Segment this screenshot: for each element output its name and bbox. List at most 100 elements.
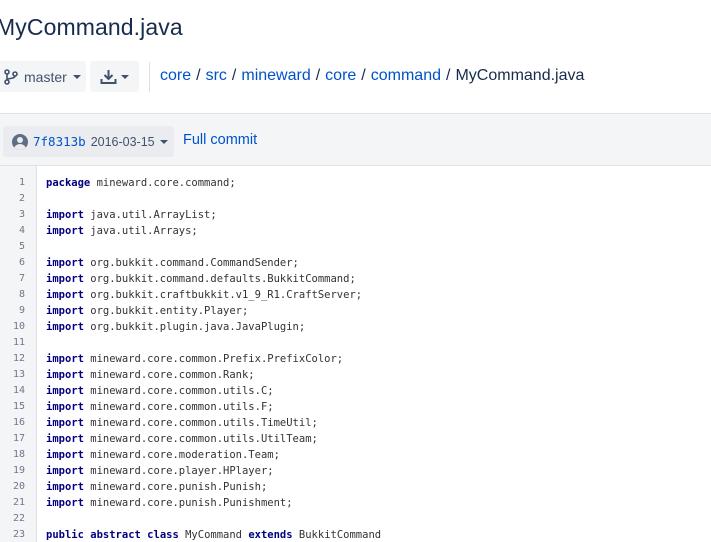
code-text: import org.bukkit.command.defaults.Bukki…: [46, 271, 356, 287]
breadcrumb-link-core[interactable]: core: [160, 67, 191, 84]
branch-label: master: [24, 68, 67, 85]
code-line: 19 import mineward.core.player.HPlayer;: [0, 463, 711, 479]
line-number[interactable]: 6: [0, 255, 25, 271]
breadcrumb-link-core-2[interactable]: core: [325, 67, 356, 84]
chevron-down-icon: [121, 74, 129, 79]
code-keyword: import: [46, 401, 84, 413]
code-line: 23 public abstract class MyCommand extend…: [0, 527, 711, 542]
code-line: 7 import org.bukkit.command.defaults.Bukk…: [0, 271, 711, 287]
line-number[interactable]: 5: [0, 239, 25, 255]
code-token: mineward.core.common.Prefix.PrefixColor;: [83, 353, 344, 365]
code-keyword: package: [46, 177, 91, 189]
code-token: mineward.core.common.utils.UtilTeam;: [83, 433, 318, 445]
code-token: mineward.core.common.utils.TimeUtil;: [83, 417, 318, 429]
code-token: MyCommand: [178, 529, 249, 541]
line-number[interactable]: 20: [0, 479, 25, 495]
breadcrumb-link-src[interactable]: src: [206, 67, 227, 84]
line-number[interactable]: 4: [0, 223, 25, 239]
code-text: import mineward.core.common.utils.F;: [46, 399, 274, 415]
code-text: import mineward.core.common.Prefix.Prefi…: [46, 351, 343, 367]
branch-icon: [4, 68, 18, 85]
code-line: 10 import org.bukkit.plugin.java.JavaPlug…: [0, 319, 711, 335]
full-commit-link[interactable]: Full commit: [183, 132, 257, 148]
code-text: import org.bukkit.entity.Player;: [46, 303, 248, 319]
code-text: import java.util.ArrayList;: [46, 207, 217, 223]
line-number[interactable]: 16: [0, 415, 25, 431]
code-token: org.bukkit.craftbukkit.v1_9_R1.CraftServ…: [83, 289, 363, 301]
code-keyword: import: [46, 257, 84, 269]
code-keyword: import: [46, 385, 84, 397]
breadcrumb-current-file: MyCommand.java: [455, 67, 585, 84]
code-line: 4 import java.util.Arrays;: [0, 223, 711, 239]
code-text: import mineward.core.punish.Punishment;: [46, 495, 293, 511]
line-number[interactable]: 10: [0, 319, 25, 335]
line-number[interactable]: 11: [0, 335, 25, 351]
line-number[interactable]: 8: [0, 287, 25, 303]
code-line: 16 import mineward.core.common.utils.Time…: [0, 415, 711, 431]
code-keyword: import: [46, 481, 84, 493]
line-number[interactable]: 22: [0, 511, 25, 527]
code-text: import mineward.core.player.HPlayer;: [46, 463, 274, 479]
code-token: mineward.core.common.utils.C;: [83, 385, 274, 397]
code-keyword: import: [46, 369, 84, 381]
code-text: import org.bukkit.command.CommandSender;: [46, 255, 299, 271]
line-number[interactable]: 17: [0, 431, 25, 447]
code-token: mineward.core.common.Rank;: [83, 369, 255, 381]
code-line: 21 import mineward.core.punish.Punishment…: [0, 495, 711, 511]
code-keyword: import: [46, 417, 84, 429]
line-number[interactable]: 3: [0, 207, 25, 223]
commit-selector-button[interactable]: 7f8313b 2016-03-15: [3, 126, 174, 157]
chevron-down-icon: [159, 139, 168, 144]
breadcrumb-link-command[interactable]: command: [371, 67, 441, 84]
breadcrumb: core / src / mineward / core / command / MyCommand…: [160, 67, 585, 84]
code-line: 13 import mineward.core.common.Rank;: [0, 367, 711, 383]
commit-date: 2016-03-15: [90, 134, 155, 149]
commit-bar: 7f8313b 2016-03-15 Full commit: [0, 113, 711, 166]
line-number[interactable]: 7: [0, 271, 25, 287]
code-text: package mineward.core.command;: [46, 175, 236, 191]
code-keyword: import: [46, 209, 84, 221]
code-line: 11: [0, 335, 711, 351]
code-token: org.bukkit.command.defaults.BukkitComman…: [83, 273, 356, 285]
commit-hash: 7f8313b: [33, 134, 86, 149]
line-number[interactable]: 14: [0, 383, 25, 399]
user-avatar-icon: [12, 133, 28, 150]
code-token: mineward.core.command;: [90, 177, 236, 189]
code-text: import mineward.core.common.Rank;: [46, 367, 255, 383]
code-line: 12 import mineward.core.common.Prefix.Pre…: [0, 351, 711, 367]
code-keyword: import: [46, 321, 84, 333]
line-number[interactable]: 21: [0, 495, 25, 511]
page-title: MyCommand.java: [0, 14, 183, 40]
code-line: 15 import mineward.core.common.utils.F;: [0, 399, 711, 415]
line-number[interactable]: 15: [0, 399, 25, 415]
code-keyword: class: [147, 529, 179, 541]
line-number[interactable]: 13: [0, 367, 25, 383]
breadcrumb-link-mineward[interactable]: mineward: [241, 67, 310, 84]
line-number[interactable]: 12: [0, 351, 25, 367]
code-line: 2: [0, 191, 711, 207]
code-text: public abstract class MyCommand extends …: [46, 527, 381, 542]
code-keyword: import: [46, 497, 84, 509]
code-line: 14 import mineward.core.common.utils.C;: [0, 383, 711, 399]
code-line: 17 import mineward.core.common.utils.Util…: [0, 431, 711, 447]
code-token: org.bukkit.entity.Player;: [83, 305, 249, 317]
line-number[interactable]: 23: [0, 527, 25, 542]
code-keyword: import: [46, 465, 84, 477]
code-line: 1 package mineward.core.command;: [0, 175, 711, 191]
branch-selector-button[interactable]: master: [0, 61, 86, 92]
code-text: import mineward.core.common.utils.UtilTe…: [46, 431, 318, 447]
download-button[interactable]: [90, 61, 139, 92]
line-number[interactable]: 19: [0, 463, 25, 479]
code-token: mineward.core.common.utils.F;: [83, 401, 274, 413]
code-token: mineward.core.moderation.Team;: [83, 449, 280, 461]
code-keyword: abstract: [90, 529, 141, 541]
code-keyword: import: [46, 225, 84, 237]
line-number[interactable]: 2: [0, 191, 25, 207]
line-number[interactable]: 1: [0, 175, 25, 191]
line-number[interactable]: 9: [0, 303, 25, 319]
download-icon: [100, 69, 117, 84]
code-token: org.bukkit.command.CommandSender;: [83, 257, 299, 269]
line-number[interactable]: 18: [0, 447, 25, 463]
code-line: 3 import java.util.ArrayList;: [0, 207, 711, 223]
code-line: 5: [0, 239, 711, 255]
